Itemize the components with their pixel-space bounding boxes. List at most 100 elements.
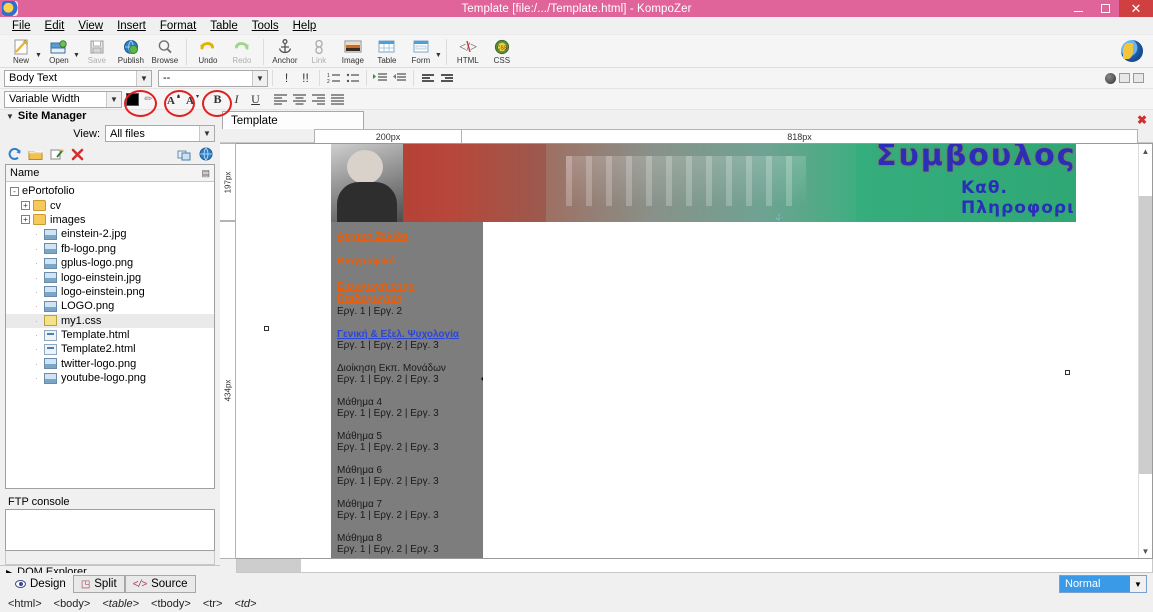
align-justify-button[interactable] — [329, 91, 346, 108]
font-face-select[interactable]: Variable Width ▼ — [4, 91, 122, 108]
tree-item-gplus-logo-png[interactable]: ·gplus-logo.png — [6, 256, 214, 270]
menu-insert[interactable]: Insert — [110, 19, 153, 33]
toolbar-browse-button[interactable]: Browse — [148, 37, 182, 65]
chevron-down-icon[interactable]: ▼ — [106, 92, 121, 107]
edit-icon[interactable] — [49, 147, 64, 161]
tree-expander-icon[interactable]: + — [21, 215, 30, 224]
bold-button[interactable]: B — [209, 91, 226, 108]
ftp-console-output[interactable] — [5, 509, 215, 551]
increase-font-size-button[interactable]: A — [184, 91, 201, 108]
toolbar-link-button[interactable]: Link — [302, 37, 336, 65]
table-handle-right[interactable] — [1065, 370, 1070, 375]
table-mode-select[interactable]: Normal ▼ — [1059, 575, 1147, 593]
design-canvas[interactable]: Συμβουλος Καθ. Πληροφορικης ⚓ Αρχική Σελ… — [236, 144, 1152, 558]
tab-source[interactable]: </> Source — [125, 575, 196, 593]
file-tree[interactable]: -ePortofolio+cv+images·einstein-2.jpg·fb… — [6, 182, 214, 488]
nav-group-links[interactable]: Εργ. 1 | Εργ. 2 | Εργ. 3 — [337, 476, 477, 487]
refresh-icon[interactable] — [7, 147, 22, 161]
toolbar-form-button[interactable]: Form — [404, 37, 438, 65]
bulleted-list-button[interactable] — [344, 70, 361, 87]
table-handle-left[interactable] — [264, 326, 269, 331]
indent-less-button[interactable] — [391, 70, 408, 87]
nav-group-title[interactable]: Γενική & Εξελ. Ψυχολογία — [337, 329, 477, 340]
page-nav-column[interactable]: Αρχική Σελίδα Βιογραφικό Εισαγωγή στην Π… — [331, 222, 483, 558]
scroll-up-icon[interactable]: ▲ — [1139, 144, 1152, 158]
toolbar-save-button[interactable]: Save — [80, 37, 114, 65]
panel-toggle-icon[interactable] — [1119, 73, 1130, 83]
breadcrumb-tag-tbody[interactable]: <tbody> — [151, 598, 191, 610]
nav-group-links[interactable]: Εργ. 1 | Εργ. 2 | Εργ. 3 — [337, 374, 477, 385]
tree-expander-icon[interactable]: - — [10, 187, 19, 196]
menu-edit[interactable]: Edit — [38, 19, 72, 33]
breadcrumb-tag-body[interactable]: <body> — [54, 598, 91, 610]
color-picker-icon[interactable] — [1105, 73, 1116, 84]
menu-table[interactable]: Table — [203, 19, 245, 33]
chevron-down-icon[interactable]: ▼ — [136, 71, 151, 86]
tree-item-images[interactable]: +images — [6, 213, 214, 227]
page-banner[interactable]: Συμβουλος Καθ. Πληροφορικης ⚓ — [331, 144, 1076, 222]
class-style-select[interactable]: -- ▼ — [158, 70, 268, 87]
breadcrumb-tag-html[interactable]: <html> — [8, 598, 42, 610]
vscroll-track[interactable] — [1139, 158, 1152, 544]
design-canvas-wrapper[interactable]: Συμβουλος Καθ. Πληροφορικης ⚓ Αρχική Σελ… — [236, 143, 1153, 559]
vscroll-thumb[interactable] — [1139, 196, 1152, 474]
toolbar-css-button[interactable]: CSS CSS — [485, 37, 519, 65]
italic-button[interactable]: I — [228, 91, 245, 108]
toolbar-new-button[interactable]: New — [4, 37, 38, 65]
nav-group-links[interactable]: Εργ. 1 | Εργ. 2 | Εργ. 3 — [337, 408, 477, 419]
chevron-down-icon[interactable]: ▼ — [199, 126, 214, 141]
chevron-down-icon[interactable]: ▼ — [1130, 576, 1146, 592]
chevron-down-icon[interactable]: ▼ — [6, 112, 14, 121]
menu-view[interactable]: View — [71, 19, 110, 33]
nav-link-home[interactable]: Αρχική Σελίδα — [337, 230, 477, 242]
column-picker-icon[interactable]: ▤ — [201, 168, 210, 179]
paragraph-format-select[interactable]: Body Text ▼ — [4, 70, 152, 87]
highlight-color-icon[interactable]: ✏ — [140, 91, 157, 108]
tree-item-einstein-2-jpg[interactable]: ·einstein-2.jpg — [6, 227, 214, 241]
breadcrumb-tag-tr[interactable]: <tr> — [203, 598, 223, 610]
decrease-font-size-button[interactable]: A — [165, 91, 182, 108]
toolbar-table-button[interactable]: Table — [370, 37, 404, 65]
breadcrumb-tag-table[interactable]: <table> — [102, 598, 139, 610]
nav-group-links[interactable]: Εργ. 1 | Εργ. 2 | Εργ. 3 — [337, 442, 477, 453]
menu-format[interactable]: Format — [153, 19, 203, 33]
document-tab-template[interactable]: Template — [222, 111, 364, 129]
nav-group-links[interactable]: Εργ. 1 | Εργ. 2 | Εργ. 3 — [337, 340, 477, 351]
globe-icon[interactable] — [1121, 40, 1143, 62]
numbered-list-button[interactable]: 12 — [325, 70, 342, 87]
new-folder-icon[interactable] — [28, 147, 43, 161]
tab-design[interactable]: Design — [8, 575, 73, 593]
canvas-vertical-scrollbar[interactable]: ▲ ▼ — [1138, 144, 1152, 558]
view-filter-select[interactable]: All files ▼ — [105, 125, 215, 142]
align-right-button[interactable] — [310, 91, 327, 108]
increase-list-level-button[interactable]: !! — [297, 70, 314, 87]
panel-toggle2-icon[interactable] — [1133, 73, 1144, 83]
toolbar-redo-button[interactable]: Redo — [225, 37, 259, 65]
tree-item-eportofolio[interactable]: -ePortofolio — [6, 184, 214, 198]
decrease-list-level-button[interactable]: ! — [278, 70, 295, 87]
indent-more-button[interactable] — [372, 70, 389, 87]
site-manager-header[interactable]: ▼ Site Manager — [0, 110, 220, 122]
toolbar-open-button[interactable]: Open — [42, 37, 76, 65]
canvas-horizontal-scrollbar[interactable] — [236, 559, 1153, 573]
chevron-down-icon[interactable]: ▼ — [252, 71, 267, 86]
delete-icon[interactable] — [70, 147, 85, 161]
toolbar-undo-button[interactable]: Undo — [191, 37, 225, 65]
scroll-down-icon[interactable]: ▼ — [1139, 544, 1152, 558]
tree-item-template-html[interactable]: ·Template.html — [6, 328, 214, 342]
hscroll-thumb[interactable] — [237, 559, 301, 572]
toolbar-anchor-button[interactable]: Anchor — [268, 37, 302, 65]
tree-item-fb-logo-png[interactable]: ·fb-logo.png — [6, 242, 214, 256]
tree-item-cv[interactable]: +cv — [6, 198, 214, 212]
web-page-preview[interactable]: Συμβουλος Καθ. Πληροφορικης ⚓ Αρχική Σελ… — [331, 144, 1076, 558]
tab-split[interactable]: ◳ Split — [73, 575, 125, 593]
tree-item-twitter-logo-png[interactable]: ·twitter-logo.png — [6, 357, 214, 371]
tree-item-youtube-logo-png[interactable]: ·youtube-logo.png — [6, 371, 214, 385]
align-center-button[interactable] — [291, 91, 308, 108]
publish-globe-icon[interactable] — [198, 147, 213, 161]
nav-link-pedagogy[interactable]: Εισαγωγή στην Παιδαγωγική — [337, 280, 477, 304]
tree-item-my1-css[interactable]: ·my1.css — [6, 314, 214, 328]
toolbar-html-button[interactable]: </> HTML — [451, 37, 485, 65]
tree-item-logo-einstein-png[interactable]: ·logo-einstein.png — [6, 285, 214, 299]
breadcrumb-tag-td[interactable]: <td> — [234, 598, 256, 610]
